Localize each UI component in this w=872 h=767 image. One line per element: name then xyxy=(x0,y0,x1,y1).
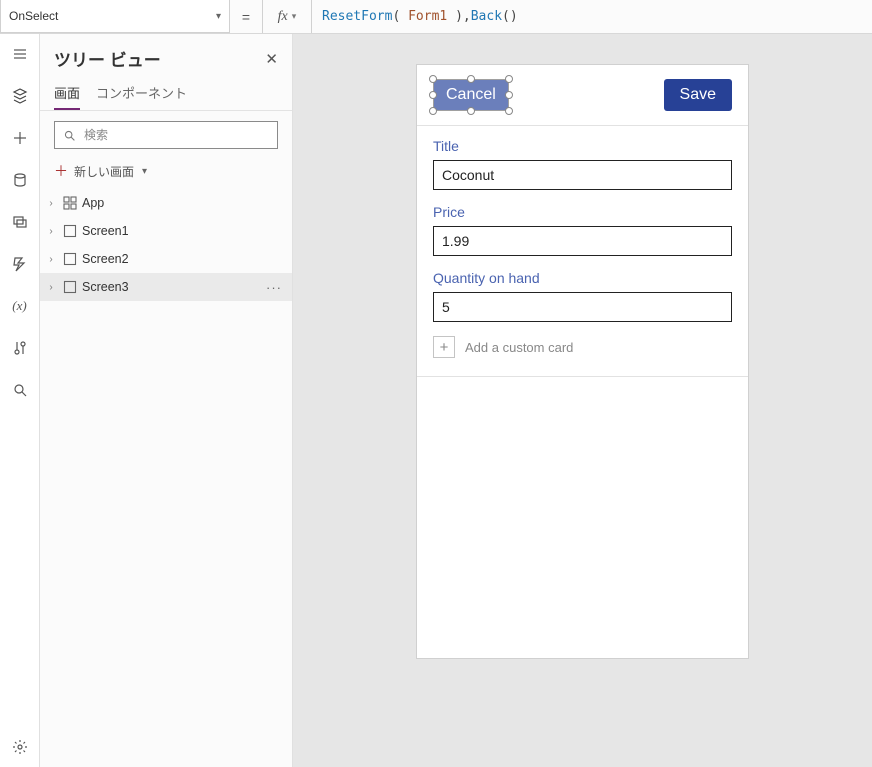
title-input[interactable] xyxy=(433,160,732,190)
resize-handle[interactable] xyxy=(429,75,437,83)
insert-icon[interactable] xyxy=(8,126,32,150)
plus-icon: + xyxy=(433,336,455,358)
chevron-right-icon[interactable]: › xyxy=(44,226,58,237)
plus-icon: ＋ xyxy=(54,161,68,181)
chevron-right-icon[interactable]: › xyxy=(44,198,58,209)
tree-item-screen2[interactable]: › Screen2 ··· xyxy=(40,245,292,273)
resize-handle[interactable] xyxy=(505,75,513,83)
field-label: Price xyxy=(433,204,732,220)
field-label: Title xyxy=(433,138,732,154)
property-name: OnSelect xyxy=(9,9,58,23)
screen-icon xyxy=(62,223,78,239)
media-icon[interactable] xyxy=(8,210,32,234)
tree-item-label: App xyxy=(82,196,262,210)
add-card-button[interactable]: + Add a custom card xyxy=(433,336,732,358)
fx-icon: fx xyxy=(278,9,288,25)
new-screen-button[interactable]: ＋ 新しい画面 ▾ xyxy=(40,157,292,189)
resize-handle[interactable] xyxy=(429,91,437,99)
new-screen-label: 新しい画面 xyxy=(74,163,134,180)
hamburger-icon[interactable] xyxy=(8,42,32,66)
price-input[interactable] xyxy=(433,226,732,256)
search-icon xyxy=(63,129,76,142)
chevron-down-icon: ▾ xyxy=(292,11,297,22)
tree-item-app[interactable]: › App ··· xyxy=(40,189,292,217)
canvas-area[interactable]: Cancel Save xyxy=(293,34,872,767)
tree-view-icon[interactable] xyxy=(8,84,32,108)
chevron-right-icon[interactable]: › xyxy=(44,282,58,293)
app-icon xyxy=(62,195,78,211)
device-header: Cancel Save xyxy=(417,65,748,126)
tree-item-screen3[interactable]: › Screen3 ··· xyxy=(40,273,292,301)
field-quantity: Quantity on hand xyxy=(433,270,732,322)
search-input[interactable] xyxy=(82,127,269,143)
power-automate-icon[interactable] xyxy=(8,252,32,276)
form-body: Title Price Quantity on hand + Add a cus… xyxy=(417,126,748,377)
panel-title: ツリー ビュー xyxy=(54,46,161,71)
tree-item-screen1[interactable]: › Screen1 ··· xyxy=(40,217,292,245)
field-label: Quantity on hand xyxy=(433,270,732,286)
resize-handle[interactable] xyxy=(429,107,437,115)
search-icon[interactable] xyxy=(8,378,32,402)
left-rail: (x) xyxy=(0,34,40,767)
tree-tabs: 画面 コンポーネント xyxy=(40,77,292,111)
tree-list: › App ··· › Screen1 ··· › xyxy=(40,189,292,767)
more-icon[interactable]: ··· xyxy=(266,280,282,295)
tree-item-label: Screen3 xyxy=(82,280,262,294)
tab-components[interactable]: コンポーネント xyxy=(96,77,187,110)
tree-item-label: Screen2 xyxy=(82,252,262,266)
resize-handle[interactable] xyxy=(467,107,475,115)
add-card-label: Add a custom card xyxy=(465,340,573,355)
field-title: Title xyxy=(433,138,732,190)
screen-icon xyxy=(62,251,78,267)
chevron-down-icon: ▾ xyxy=(216,11,221,22)
device-preview: Cancel Save xyxy=(416,64,749,659)
property-select[interactable]: OnSelect ▾ xyxy=(0,0,230,33)
equals-label: = xyxy=(230,9,262,25)
quantity-input[interactable] xyxy=(433,292,732,322)
save-button[interactable]: Save xyxy=(664,79,732,111)
tools-icon[interactable] xyxy=(8,336,32,360)
chevron-right-icon[interactable]: › xyxy=(44,254,58,265)
resize-handle[interactable] xyxy=(505,107,513,115)
save-label: Save xyxy=(680,86,716,103)
resize-handle[interactable] xyxy=(467,75,475,83)
tab-screens[interactable]: 画面 xyxy=(54,77,80,110)
variables-icon[interactable]: (x) xyxy=(8,294,32,318)
tree-item-label: Screen1 xyxy=(82,224,262,238)
formula-bar: OnSelect ▾ = fx ▾ ResetForm( Form1 ),Bac… xyxy=(0,0,872,34)
search-box[interactable] xyxy=(54,121,278,149)
cancel-button[interactable]: Cancel xyxy=(433,79,509,111)
fx-button[interactable]: fx ▾ xyxy=(262,0,312,33)
chevron-down-icon: ▾ xyxy=(142,166,147,177)
cancel-label: Cancel xyxy=(446,86,496,103)
resize-handle[interactable] xyxy=(505,91,513,99)
tree-panel: ツリー ビュー ✕ 画面 コンポーネント ＋ 新しい画面 ▾ › xyxy=(40,34,293,767)
field-price: Price xyxy=(433,204,732,256)
settings-icon[interactable] xyxy=(8,735,32,759)
close-icon[interactable]: ✕ xyxy=(265,50,278,68)
formula-input[interactable]: ResetForm( Form1 ),Back() xyxy=(312,9,872,24)
data-icon[interactable] xyxy=(8,168,32,192)
screen-icon xyxy=(62,279,78,295)
